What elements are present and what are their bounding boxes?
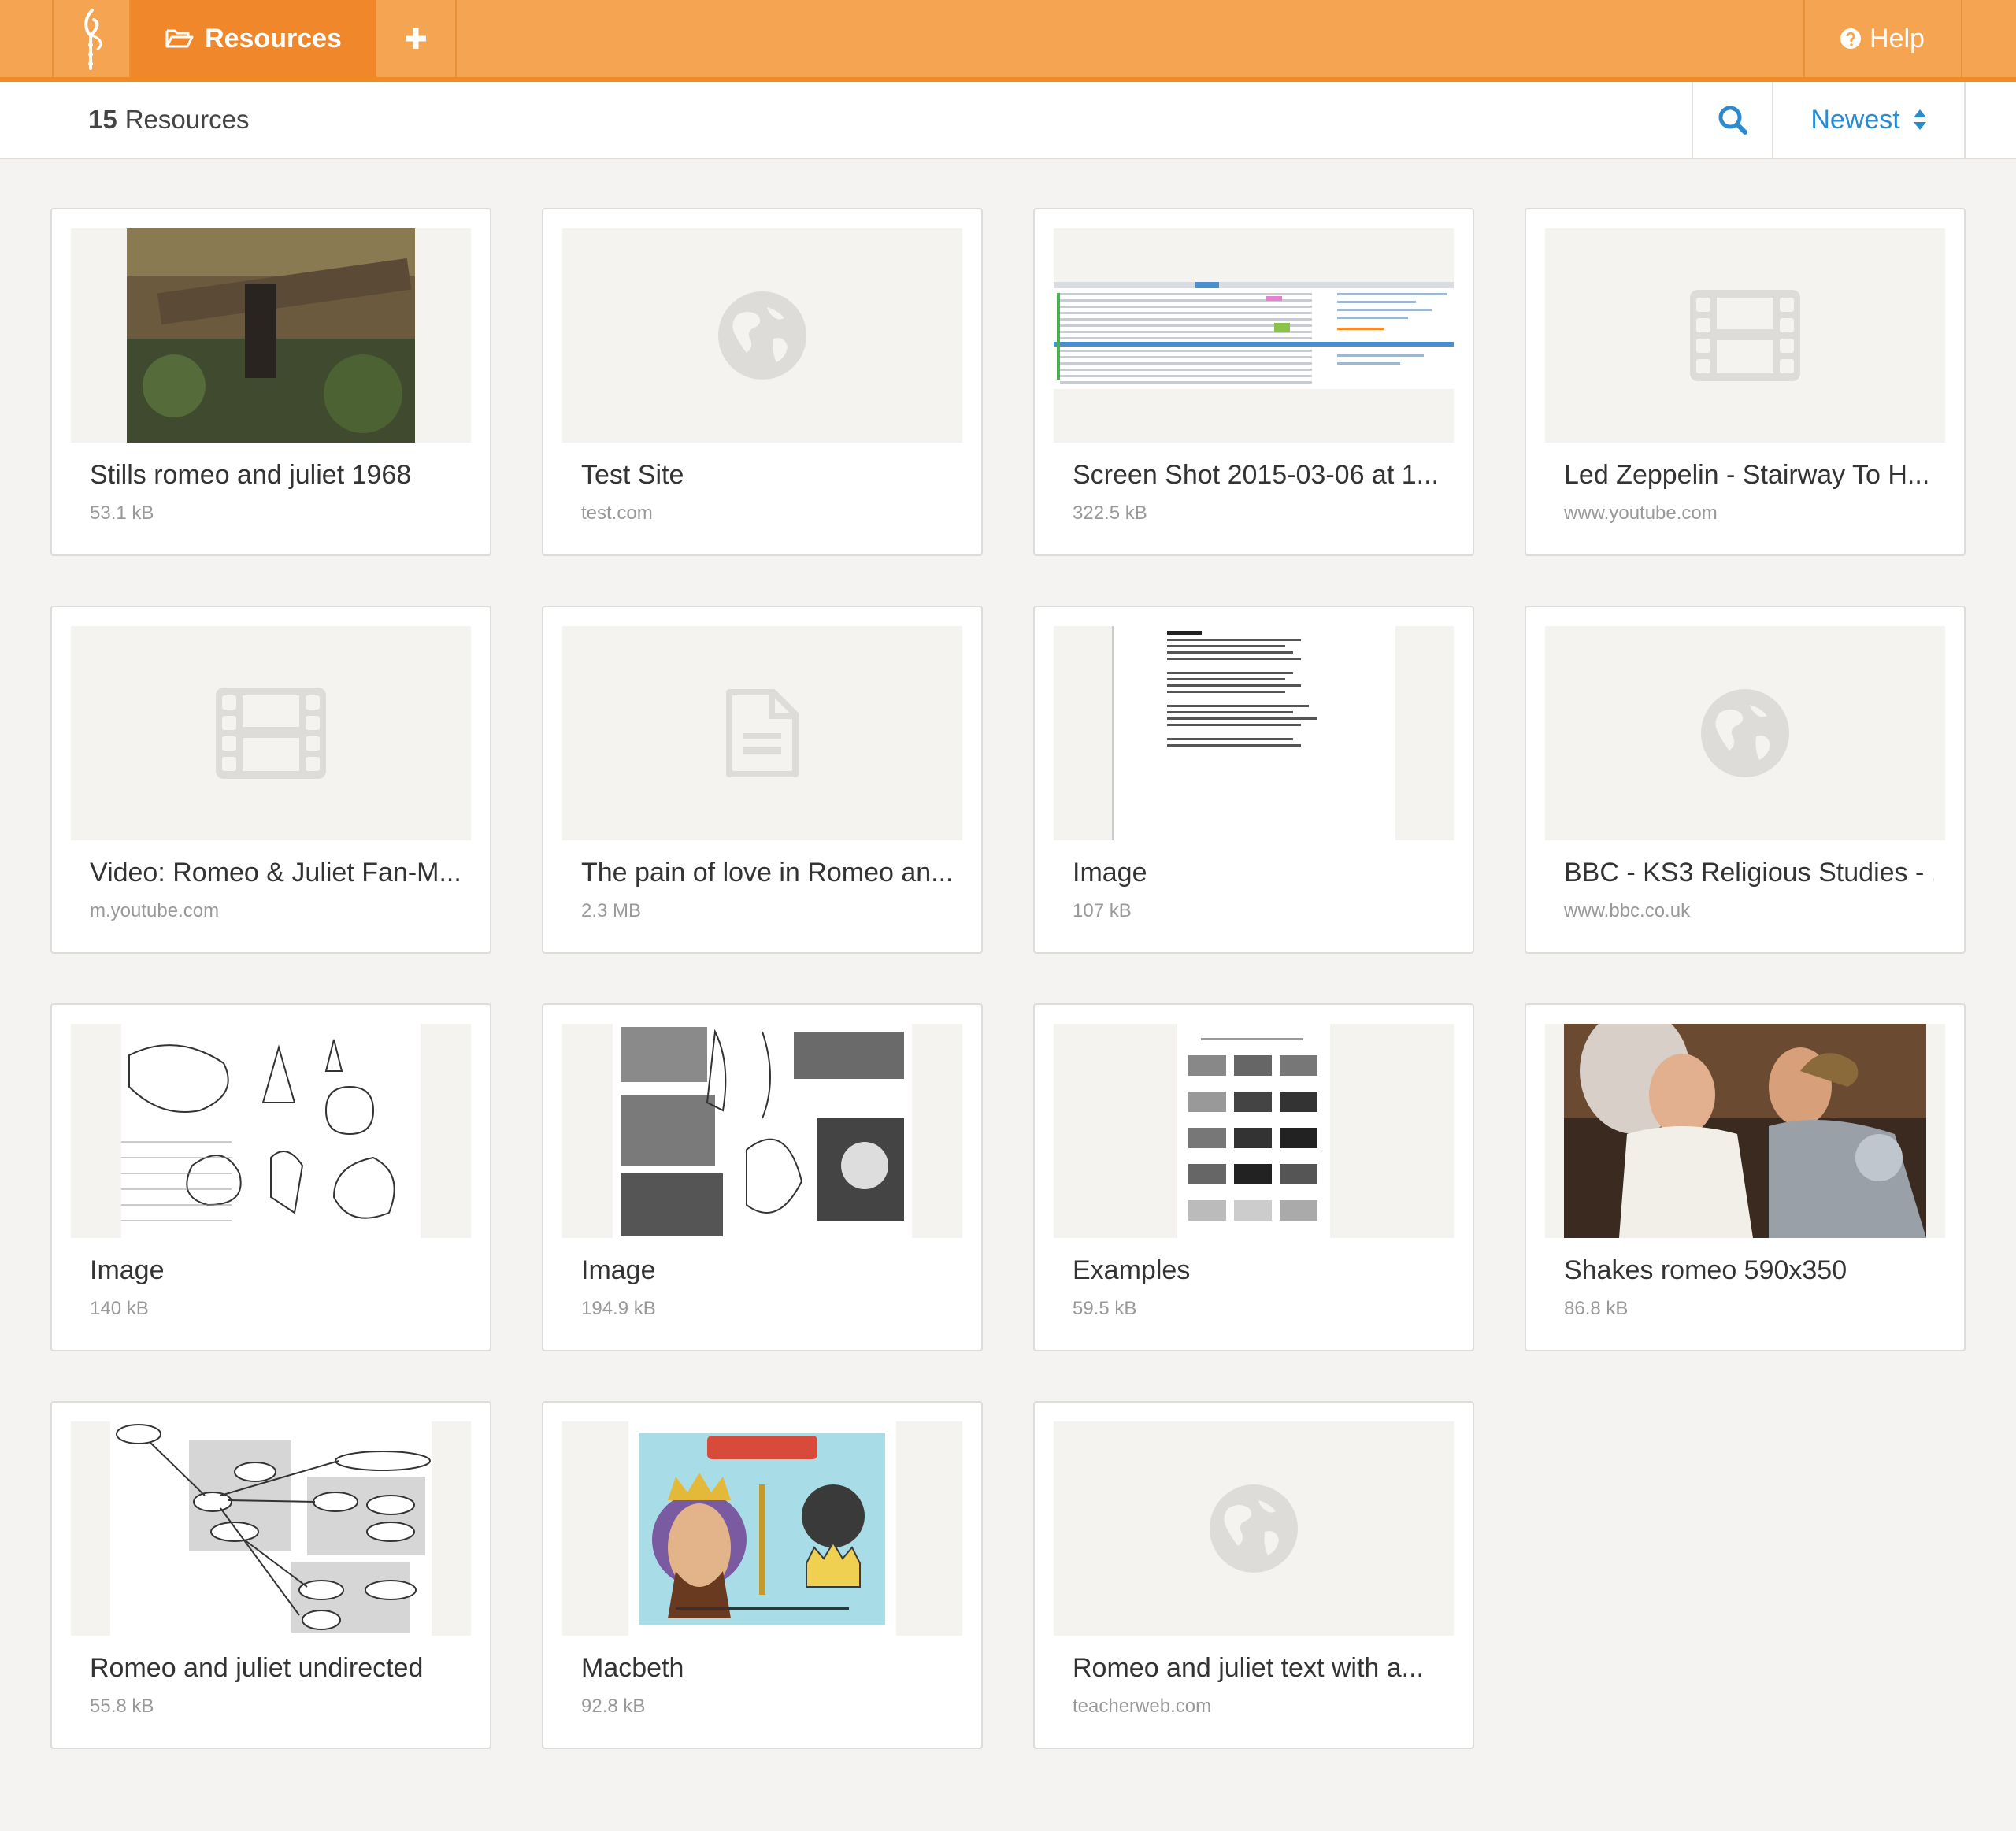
- resource-card[interactable]: BBC - KS3 Religious Studies - ... www.bb…: [1525, 606, 1966, 954]
- resource-thumbnail: [1545, 228, 1945, 443]
- resource-thumbnail: [1545, 626, 1945, 840]
- resource-thumbnail: [71, 228, 471, 443]
- resource-card[interactable]: Image 107 kB: [1033, 606, 1474, 954]
- resource-title: BBC - KS3 Religious Studies - ...: [1564, 858, 1934, 888]
- resource-card[interactable]: Test Site test.com: [542, 208, 983, 556]
- resource-thumbnail: [562, 228, 962, 443]
- resource-meta: m.youtube.com: [90, 900, 220, 921]
- search-icon: [1718, 106, 1747, 135]
- resource-thumbnail: [71, 626, 471, 840]
- resource-title: Test Site: [581, 460, 684, 490]
- resource-thumbnail: [1054, 626, 1454, 840]
- resource-title: Video: Romeo & Juliet Fan-M...: [90, 858, 460, 888]
- search-button[interactable]: [1692, 82, 1772, 158]
- resource-thumbnail: [1054, 1024, 1454, 1238]
- hatching-chart-thumbnail: [1177, 1024, 1330, 1238]
- resource-meta: 194.9 kB: [581, 1298, 656, 1319]
- resource-title: Image: [581, 1255, 656, 1285]
- resource-thumbnail: [562, 1421, 962, 1636]
- resource-title: Romeo and juliet undirected: [90, 1653, 424, 1683]
- question-circle-icon: [1840, 28, 1862, 49]
- document-icon: [726, 689, 799, 777]
- resource-meta: 140 kB: [90, 1298, 149, 1319]
- resource-card[interactable]: Macbeth 92.8 kB: [542, 1401, 983, 1749]
- resource-title: Examples: [1073, 1255, 1191, 1285]
- diagram-thumbnail: [110, 1421, 432, 1636]
- film-icon: [216, 688, 326, 779]
- tab-resources[interactable]: Resources: [131, 0, 376, 77]
- globe-icon: [1701, 689, 1789, 777]
- resource-card[interactable]: Stills romeo and juliet 1968 53.1 kB: [50, 208, 491, 556]
- resource-count-label: Resources: [124, 105, 250, 134]
- sort-dropdown[interactable]: Newest: [1772, 82, 1966, 158]
- add-resource-button[interactable]: [376, 0, 455, 77]
- resource-card[interactable]: Screen Shot 2015-03-06 at 1... 322.5 kB: [1033, 208, 1474, 556]
- tab-resources-label: Resources: [205, 23, 342, 54]
- app-logo[interactable]: [54, 0, 131, 77]
- resource-meta: www.youtube.com: [1564, 502, 1718, 524]
- resource-meta: 2.3 MB: [581, 900, 642, 921]
- help-button[interactable]: Help: [1803, 0, 1961, 77]
- folder-open-icon: [165, 29, 194, 48]
- resource-thumbnail: [71, 1024, 471, 1238]
- nav-divider: [455, 0, 457, 77]
- photo-thumbnail: [1564, 1024, 1926, 1238]
- resource-meta: 55.8 kB: [90, 1696, 154, 1717]
- resource-title: Image: [90, 1255, 165, 1285]
- resource-card[interactable]: The pain of love in Romeo an... 2.3 MB: [542, 606, 983, 954]
- resource-meta: 322.5 kB: [1073, 502, 1147, 524]
- resource-card[interactable]: Shakes romeo 590x350 86.8 kB: [1525, 1003, 1966, 1351]
- resource-meta: 59.5 kB: [1073, 1298, 1137, 1319]
- resource-title: Led Zeppelin - Stairway To H...: [1564, 460, 1930, 490]
- textures-sketch-thumbnail: [613, 1024, 912, 1238]
- resource-card[interactable]: Led Zeppelin - Stairway To H... www.yout…: [1525, 208, 1966, 556]
- resources-toolbar: 15 Resources Newest: [0, 82, 2016, 159]
- top-nav-bar: Resources Help: [0, 0, 2016, 82]
- text-page-thumbnail: [1112, 626, 1395, 840]
- resource-card[interactable]: Romeo and juliet undirected 55.8 kB: [50, 1401, 491, 1749]
- resource-card[interactable]: Romeo and juliet text with a... teacherw…: [1033, 1401, 1474, 1749]
- resource-meta: 86.8 kB: [1564, 1298, 1629, 1319]
- resource-card[interactable]: Video: Romeo & Juliet Fan-M... m.youtube…: [50, 606, 491, 954]
- resource-card[interactable]: Examples 59.5 kB: [1033, 1003, 1474, 1351]
- film-icon: [1690, 290, 1800, 381]
- resource-thumbnail: [71, 1421, 471, 1636]
- resource-title: Screen Shot 2015-03-06 at 1...: [1073, 460, 1439, 490]
- plus-icon: [406, 28, 426, 49]
- resource-count: 15 Resources: [88, 82, 249, 158]
- resource-title: The pain of love in Romeo an...: [581, 858, 951, 888]
- resource-card[interactable]: Image 194.9 kB: [542, 1003, 983, 1351]
- help-label: Help: [1870, 23, 1925, 54]
- resource-count-number: 15: [88, 105, 117, 134]
- resource-meta: 92.8 kB: [581, 1696, 646, 1717]
- screenshot-thumbnail: [1054, 228, 1454, 443]
- resource-thumbnail: [1054, 1421, 1454, 1636]
- globe-icon: [718, 291, 806, 380]
- resource-meta: test.com: [581, 502, 653, 524]
- resource-meta: teacherweb.com: [1073, 1696, 1212, 1717]
- resource-thumbnail: [1054, 228, 1454, 443]
- resource-title: Image: [1073, 858, 1147, 888]
- resource-card[interactable]: Image 140 kB: [50, 1003, 491, 1351]
- resource-title: Shakes romeo 590x350: [1564, 1255, 1847, 1285]
- resource-meta: www.bbc.co.uk: [1564, 900, 1691, 921]
- resource-title: Macbeth: [581, 1653, 684, 1683]
- resource-thumbnail: [1545, 1024, 1945, 1238]
- photo-thumbnail: [127, 228, 415, 443]
- resource-title: Romeo and juliet text with a...: [1073, 1653, 1425, 1683]
- illustration-thumbnail: [628, 1421, 896, 1636]
- shells-sketch-thumbnail: [121, 1024, 421, 1238]
- nav-divider: [1961, 0, 1962, 77]
- resource-thumbnail: [562, 626, 962, 840]
- sort-label: Newest: [1810, 104, 1900, 135]
- resource-meta: 53.1 kB: [90, 502, 154, 524]
- sort-arrows-icon: [1913, 109, 1926, 130]
- globe-icon: [1210, 1484, 1298, 1573]
- resource-thumbnail: [562, 1024, 962, 1238]
- resource-meta: 107 kB: [1073, 900, 1132, 921]
- resource-title: Stills romeo and juliet 1968: [90, 460, 412, 490]
